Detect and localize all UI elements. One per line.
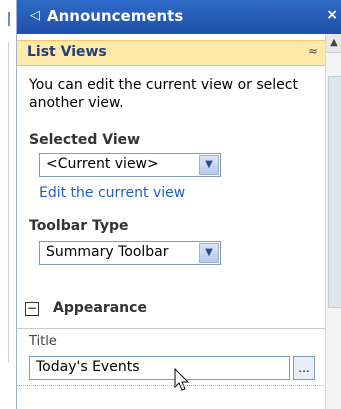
selected-view-label: Selected View — [29, 132, 141, 148]
list-views-description: You can edit the current view or select … — [29, 77, 298, 111]
appearance-header[interactable]: − Appearance — [25, 299, 325, 323]
selected-view-select[interactable]: <Current view> ▼ — [39, 153, 221, 177]
edit-current-view-link[interactable]: Edit the current view — [39, 185, 185, 201]
toolbar-type-label: Toolbar Type — [29, 218, 129, 234]
tool-pane-titlebar: ◁ Announcements × — [17, 0, 341, 35]
title-input-value: Today's Events — [36, 359, 140, 375]
chevron-down-icon[interactable]: ▼ — [199, 155, 219, 175]
close-icon[interactable]: × — [326, 7, 338, 23]
appearance-label: Appearance — [53, 300, 147, 316]
toolbar-type-select[interactable]: Summary Toolbar ▼ — [39, 241, 221, 265]
section-list-views-title: List Views — [27, 44, 107, 60]
title-label: Title — [29, 334, 57, 349]
left-tick — [8, 12, 10, 26]
title-input[interactable]: Today's Events — [29, 356, 290, 380]
collapse-icon[interactable]: ≈ — [308, 44, 318, 58]
web-part-tool-pane: ◁ Announcements × List Views ≈ You can e… — [16, 0, 341, 409]
toolbar-type-value: Summary Toolbar — [46, 244, 169, 260]
chevron-down-icon[interactable]: ▼ — [199, 243, 219, 263]
scroll-thumb[interactable] — [328, 76, 341, 308]
dotted-separator — [17, 385, 326, 387]
section-list-views-header[interactable]: List Views ≈ — [17, 40, 326, 66]
scroll-up-icon[interactable]: ▲ — [326, 34, 341, 53]
collapse-left-icon[interactable]: ◁ — [27, 8, 43, 24]
tool-pane-title: Announcements — [47, 7, 184, 25]
left-line — [8, 42, 9, 362]
vertical-scrollbar[interactable]: ▲ — [325, 34, 341, 409]
mouse-cursor-icon — [173, 367, 191, 392]
builder-button[interactable]: ... — [293, 356, 315, 380]
section-divider — [17, 328, 326, 329]
selected-view-value: <Current view> — [46, 156, 159, 172]
left-strip — [0, 0, 16, 409]
collapse-appearance-icon[interactable]: − — [25, 302, 39, 316]
tool-pane-content: List Views ≈ You can edit the current vi… — [17, 34, 326, 409]
